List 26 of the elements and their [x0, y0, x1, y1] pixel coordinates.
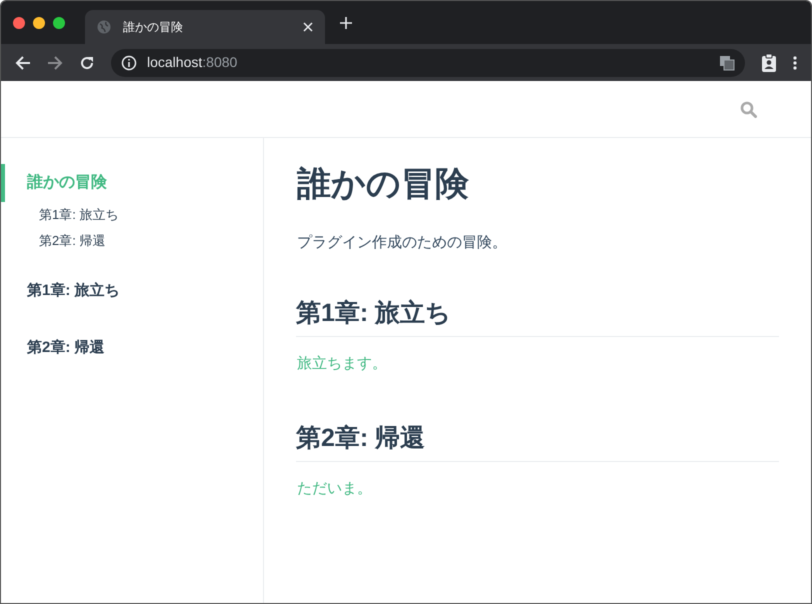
close-icon[interactable]: [303, 22, 313, 32]
sidebar-sublink[interactable]: 第2章: 帰還: [1, 228, 263, 253]
sidebar-link[interactable]: 第1章: 旅立ち: [1, 273, 263, 310]
sidebar-link[interactable]: 第2章: 帰還: [1, 330, 263, 366]
globe-icon: [97, 20, 111, 34]
info-icon: [121, 54, 137, 70]
intro-text: プラグイン作成のための冒険。: [297, 233, 508, 253]
close-window-icon[interactable]: [13, 16, 25, 28]
minimize-window-icon[interactable]: [33, 16, 45, 28]
maximize-window-icon[interactable]: [53, 16, 65, 28]
tab-title: 誰かの冒険: [123, 19, 184, 36]
new-tab-icon[interactable]: [339, 16, 353, 30]
section-text: ただいま。: [297, 479, 373, 499]
clipboard-person-icon[interactable]: [761, 54, 777, 72]
section-text: 旅立ちます。: [297, 354, 388, 374]
forward-arrow-icon[interactable]: [47, 54, 63, 70]
address-bar[interactable]: localhost:8080: [111, 48, 745, 76]
reload-icon[interactable]: [79, 54, 95, 70]
section-heading: 第2章: 帰還: [296, 420, 779, 462]
page-title: 誰かの冒険: [297, 164, 470, 204]
menu-icon[interactable]: [793, 54, 797, 70]
sidebar-sublink[interactable]: 第1章: 旅立ち: [1, 202, 263, 228]
browser-tab[interactable]: 誰かの冒険: [85, 10, 325, 44]
section-heading: 第1章: 旅立ち: [296, 294, 779, 337]
back-arrow-icon[interactable]: [15, 54, 31, 70]
url-text: localhost:8080: [147, 53, 238, 72]
